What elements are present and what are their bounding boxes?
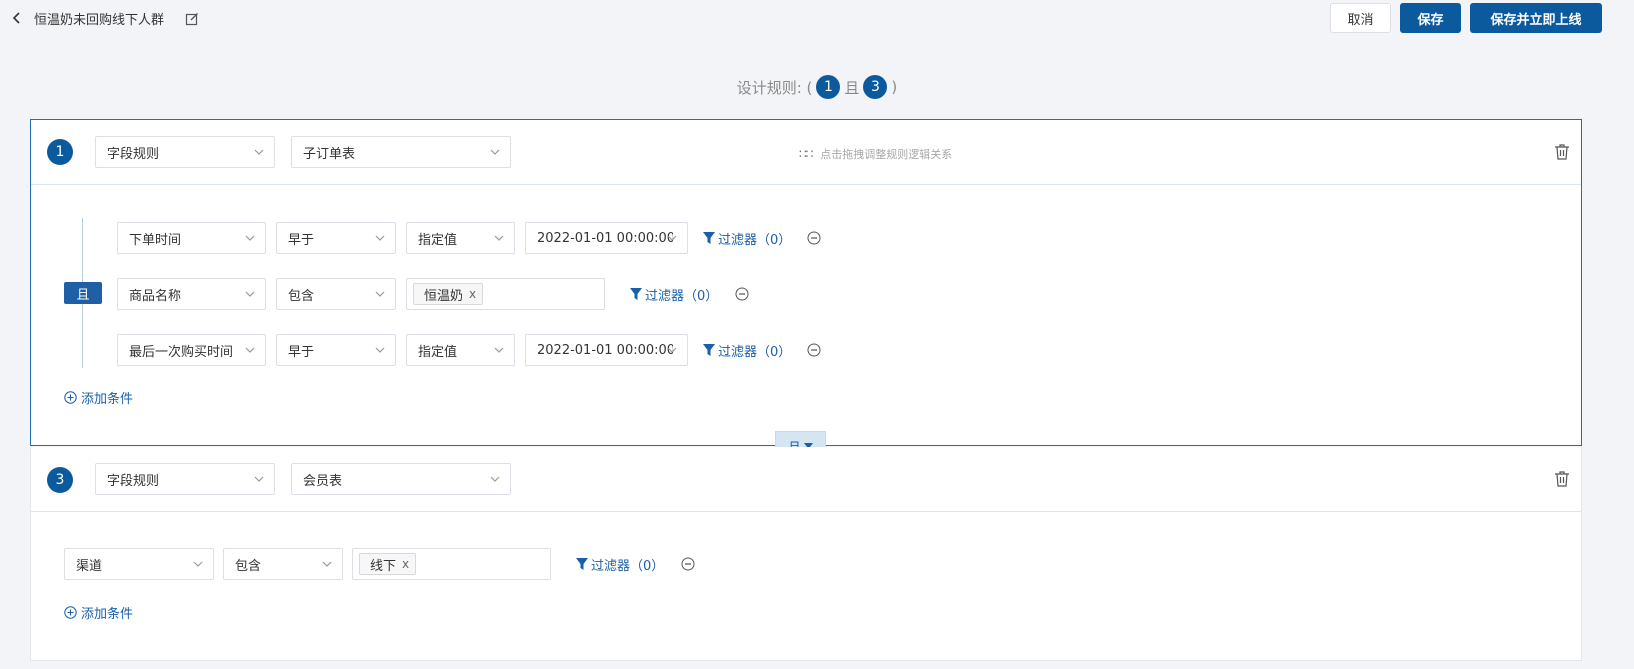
funnel-icon xyxy=(630,288,642,300)
value-tag: 线下 x xyxy=(359,553,417,575)
remove-tag-icon[interactable]: x xyxy=(402,557,409,571)
remove-condition-icon[interactable] xyxy=(807,231,821,245)
condition-date-picker[interactable]: 2022-01-01 00:00:00 xyxy=(525,334,688,366)
chevron-down-icon xyxy=(490,149,500,155)
trash-icon[interactable] xyxy=(1554,143,1570,161)
condition-value-type-select[interactable]: 指定值 xyxy=(406,334,515,366)
condition-value-type-select[interactable]: 指定值 xyxy=(406,222,515,254)
chevron-down-icon xyxy=(254,149,264,155)
funnel-icon xyxy=(703,232,715,244)
chevron-down-icon xyxy=(375,347,385,353)
remove-tag-icon[interactable]: x xyxy=(469,287,476,301)
condition-tag-input[interactable]: 恒温奶 x xyxy=(406,278,605,310)
funnel-icon xyxy=(703,344,715,356)
chevron-down-icon xyxy=(322,561,332,567)
trash-icon[interactable] xyxy=(1554,470,1570,488)
group-logic-toggle[interactable]: 且 xyxy=(64,282,102,304)
rule-type-select[interactable]: 字段规则 xyxy=(95,463,275,495)
condition-field-select[interactable]: 下单时间 xyxy=(117,222,266,254)
cancel-button[interactable]: 取消 xyxy=(1330,3,1391,33)
chevron-down-icon xyxy=(667,235,677,241)
condition-date-picker[interactable]: 2022-01-01 00:00:00 xyxy=(525,222,688,254)
drag-hint-text: 点击拖拽调整规则逻辑关系 xyxy=(820,148,953,161)
save-and-publish-button[interactable]: 保存并立即上线 xyxy=(1470,3,1602,33)
drag-handle[interactable]: ∷∷ 点击拖拽调整规则逻辑关系 xyxy=(799,146,952,162)
rule-card-1: 1 字段规则 子订单表 ∷∷ 点击拖拽调整规则逻辑关系 且 下单时间 早于 指定… xyxy=(30,119,1582,446)
add-condition-button[interactable]: 添加条件 xyxy=(64,388,133,407)
condition-field-select[interactable]: 渠道 xyxy=(64,548,214,580)
chevron-down-icon xyxy=(490,476,500,482)
back-icon[interactable] xyxy=(10,9,24,27)
remove-condition-icon[interactable] xyxy=(807,343,821,357)
rule-summary: 设计规则: ( 1 且 3 ) xyxy=(0,75,1634,99)
card-header-divider xyxy=(31,511,1581,512)
summary-prefix: 设计规则: ( xyxy=(736,78,813,97)
funnel-icon xyxy=(576,558,588,570)
condition-operator-select[interactable]: 包含 xyxy=(276,278,396,310)
condition-operator-select[interactable]: 早于 xyxy=(276,222,396,254)
filter-link[interactable]: 过滤器（0） xyxy=(703,229,791,248)
filter-link[interactable]: 过滤器（0） xyxy=(576,555,664,574)
summary-suffix: ) xyxy=(891,78,898,96)
chevron-down-icon xyxy=(254,476,264,482)
rule-number-badge: 1 xyxy=(47,139,73,165)
condition-field-select[interactable]: 最后一次购买时间 xyxy=(117,334,266,366)
rule-number-badge: 3 xyxy=(47,467,73,493)
condition-operator-select[interactable]: 包含 xyxy=(223,548,343,580)
chevron-down-icon xyxy=(245,347,255,353)
add-condition-button[interactable]: 添加条件 xyxy=(64,603,133,622)
filter-link[interactable]: 过滤器（0） xyxy=(630,285,718,304)
remove-condition-icon[interactable] xyxy=(681,557,695,571)
chevron-down-icon xyxy=(375,235,385,241)
plus-circle-icon xyxy=(64,391,77,404)
chevron-down-icon xyxy=(494,235,504,241)
condition-tag-input[interactable]: 线下 x xyxy=(352,548,551,580)
condition-field-select[interactable]: 商品名称 xyxy=(117,278,266,310)
summary-rule-badge-3: 3 xyxy=(863,75,888,99)
card-header-divider xyxy=(31,184,1581,185)
summary-rule-badge-1: 1 xyxy=(816,75,841,99)
filter-link[interactable]: 过滤器（0） xyxy=(703,341,791,360)
rule-card-3: 3 字段规则 会员表 渠道 包含 线下 x 过滤器（0） 添加条件 xyxy=(30,447,1582,661)
chevron-down-icon xyxy=(494,347,504,353)
edit-icon[interactable] xyxy=(185,12,199,26)
drag-dots-icon: ∷∷ xyxy=(799,147,813,161)
table-select[interactable]: 会员表 xyxy=(291,463,511,495)
remove-condition-icon[interactable] xyxy=(735,287,749,301)
value-tag: 恒温奶 x xyxy=(413,283,484,305)
summary-operator: 且 xyxy=(844,78,860,97)
save-button[interactable]: 保存 xyxy=(1400,3,1461,33)
condition-operator-select[interactable]: 早于 xyxy=(276,334,396,366)
chevron-down-icon xyxy=(245,235,255,241)
chevron-down-icon xyxy=(667,347,677,353)
table-select[interactable]: 子订单表 xyxy=(291,136,511,168)
plus-circle-icon xyxy=(64,606,77,619)
page-title: 恒温奶未回购线下人群 xyxy=(34,13,165,28)
chevron-down-icon xyxy=(245,291,255,297)
chevron-down-icon xyxy=(375,291,385,297)
chevron-down-icon xyxy=(193,561,203,567)
rule-type-select[interactable]: 字段规则 xyxy=(95,136,275,168)
